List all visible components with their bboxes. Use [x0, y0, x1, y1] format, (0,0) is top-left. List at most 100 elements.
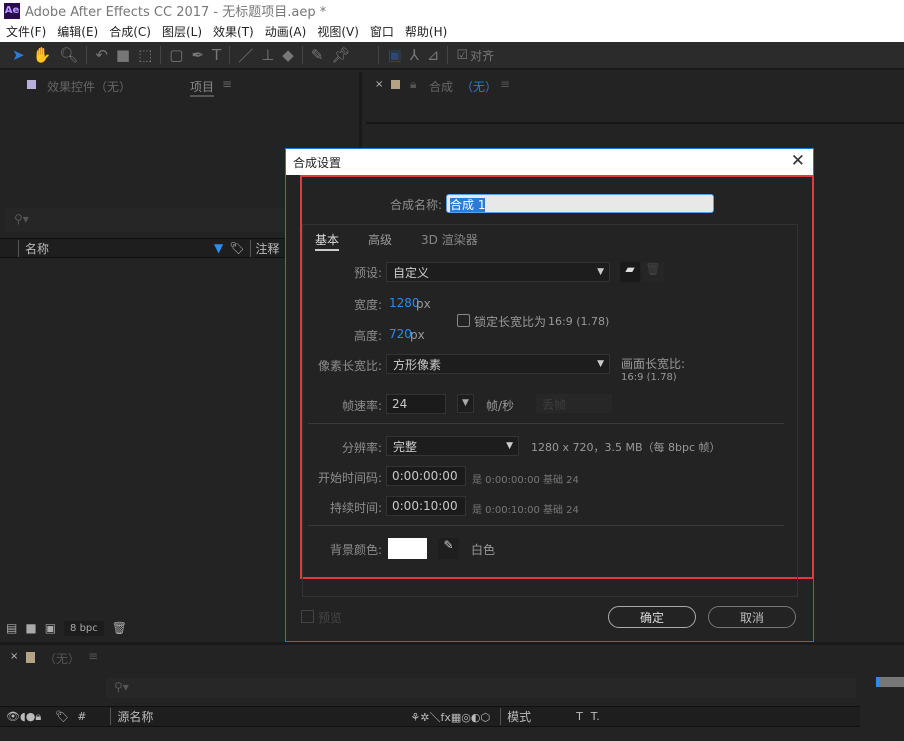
comp-name: （无）: [461, 80, 498, 94]
pan-behind-tool-icon[interactable]: ⬚: [138, 46, 152, 64]
align-checkbox[interactable]: ☑: [456, 48, 468, 63]
close-timeline-icon[interactable]: ×: [10, 651, 18, 662]
tab-3d-renderer[interactable]: 3D 渲染器: [421, 231, 478, 248]
align-label: 对齐: [470, 48, 495, 63]
type-tool-icon[interactable]: T: [212, 46, 221, 64]
time-navigator[interactable]: [876, 677, 904, 687]
frame-rate-dropdown[interactable]: ▼: [457, 394, 474, 413]
col-source-name[interactable]: 源名称: [110, 708, 410, 725]
menu-composition[interactable]: 合成(C): [103, 23, 156, 40]
frame-rate-label: 帧速率:: [341, 399, 382, 413]
height-unit: px: [410, 328, 425, 342]
selection-tool-icon[interactable]: ➤: [12, 46, 25, 64]
tab-effect-controls[interactable]: 效果控件（无）: [47, 78, 131, 95]
frame-aspect-value: 16:9 (1.78): [621, 372, 677, 383]
local-axis-icon[interactable]: ▣: [387, 46, 401, 64]
puppet-pin-tool-icon[interactable]: 📌︎: [331, 46, 350, 64]
clone-stamp-tool-icon[interactable]: ⊥: [261, 46, 274, 64]
sort-arrow-icon[interactable]: ▼: [214, 241, 223, 255]
resolution-dropdown[interactable]: 完整 ▼: [386, 436, 519, 456]
av-switches-icons[interactable]: 👁︎◖●🔒︎: [6, 710, 41, 724]
col-t[interactable]: T: [576, 710, 583, 723]
delete-preset-icon[interactable]: 🗑︎: [642, 262, 664, 282]
timeline-column-header: 👁︎◖●🔒︎ 🏷︎ # 源名称 ⚘✲＼fx▦◎◐⬡ 模式 T T.: [0, 706, 860, 727]
comp-name-input[interactable]: 合成 1: [446, 194, 714, 213]
menu-view[interactable]: 视图(V): [311, 23, 364, 40]
height-label: 高度:: [353, 329, 382, 343]
background-color-name: 白色: [471, 543, 496, 557]
preset-dropdown[interactable]: 自定义 ▼: [386, 262, 610, 282]
interpret-footage-icon[interactable]: ▤: [6, 621, 17, 635]
dialog-title-bar: 合成设置: [286, 149, 813, 175]
camera-tool-icon[interactable]: ■: [116, 46, 130, 64]
duration-label: 持续时间:: [329, 501, 382, 515]
panel-menu-icon[interactable]: ≡: [222, 77, 232, 91]
menu-effect[interactable]: 效果(T): [207, 23, 259, 40]
lock-aspect-label: 锁定长宽比为: [474, 315, 547, 329]
brush-tool-icon[interactable]: ／: [238, 45, 253, 66]
save-preset-icon[interactable]: ▰: [620, 262, 640, 282]
composition-settings-dialog: 合成设置 ✕ 合成名称: 合成 1 基本 高级 3D 渲染器 预设: 自定义 ▼ …: [285, 148, 814, 642]
lock-aspect-ratio: 16:9 (1.78): [548, 315, 610, 328]
ok-button[interactable]: 确定: [608, 606, 696, 628]
layer-switches-icons[interactable]: ⚘✲＼fx▦◎◐⬡: [410, 709, 490, 725]
width-value[interactable]: 1280: [389, 296, 420, 310]
timeline-tab[interactable]: （无）: [44, 650, 80, 667]
zoom-tool-icon[interactable]: 🔍︎: [59, 46, 78, 64]
hand-tool-icon[interactable]: ✋: [33, 46, 52, 64]
cancel-button[interactable]: 取消: [708, 606, 796, 628]
tab-advanced[interactable]: 高级: [368, 231, 392, 248]
preview-label: 预览: [318, 611, 343, 625]
world-axis-icon[interactable]: ⅄: [410, 46, 419, 64]
menu-layer[interactable]: 图层(L): [156, 23, 207, 40]
col-comment[interactable]: 注释: [250, 239, 279, 257]
duration-input[interactable]: 0:00:10:00: [386, 496, 466, 516]
width-label: 宽度:: [353, 298, 382, 312]
lock-icon[interactable]: 🔒︎: [410, 77, 416, 92]
tab-composition[interactable]: 合成: [429, 78, 453, 95]
start-timecode-input[interactable]: 0:00:00:00: [386, 466, 466, 486]
new-folder-icon[interactable]: ■: [25, 621, 36, 635]
close-panel-icon[interactable]: ×: [375, 79, 383, 90]
lock-aspect-checkbox[interactable]: [457, 314, 470, 327]
pen-tool-icon[interactable]: ✒: [191, 46, 204, 64]
col-trkmat[interactable]: T.: [591, 710, 600, 723]
eyedropper-icon[interactable]: ✎: [438, 538, 459, 559]
new-composition-icon[interactable]: ▣: [45, 621, 56, 635]
label-tag-icon[interactable]: 🏷︎: [55, 710, 69, 723]
tab-project[interactable]: 项目: [190, 78, 215, 97]
frame-rate-input[interactable]: 24: [386, 394, 446, 414]
resolution-info: 1280 x 720，3.5 MB（每 8bpc 帧）: [531, 441, 721, 454]
preview-checkbox[interactable]: [301, 610, 314, 623]
trash-icon[interactable]: 🗑︎: [112, 621, 127, 635]
col-mode[interactable]: 模式: [500, 708, 576, 725]
eraser-tool-icon[interactable]: ◆: [282, 46, 294, 64]
panel-menu-icon[interactable]: ≡: [500, 77, 510, 91]
label-tag-icon[interactable]: 🏷︎: [229, 241, 244, 255]
roto-brush-tool-icon[interactable]: ✎: [311, 46, 324, 64]
menu-edit[interactable]: 编辑(E): [51, 23, 103, 40]
panel-menu-icon[interactable]: ≡: [88, 649, 98, 663]
menu-window[interactable]: 窗口: [364, 23, 399, 40]
menu-help[interactable]: 帮助(H): [399, 23, 452, 40]
background-color-swatch[interactable]: [388, 538, 427, 559]
search-icon: ⚲▾: [14, 212, 29, 226]
rotate-tool-icon[interactable]: ↶: [95, 46, 108, 64]
view-axis-icon[interactable]: ⊿: [427, 46, 440, 64]
menu-file[interactable]: 文件(F): [0, 23, 51, 40]
col-name[interactable]: 名称: [18, 239, 214, 257]
drop-frame-dropdown: 丢帧: [536, 394, 612, 413]
close-icon[interactable]: ✕: [791, 151, 805, 171]
timeline-search-input[interactable]: ⚲▾: [106, 678, 856, 698]
background-color-label: 背景颜色:: [329, 543, 382, 557]
title-bar: Ae Adobe After Effects CC 2017 - 无标题项目.a…: [0, 0, 904, 21]
comp-color-icon: [391, 80, 400, 89]
ae-logo: Ae: [4, 2, 20, 19]
tab-basic[interactable]: 基本: [315, 231, 340, 251]
rectangle-tool-icon[interactable]: ▢: [169, 46, 183, 64]
height-value[interactable]: 720: [389, 327, 412, 341]
toolbar: ➤ ✋ 🔍︎ ↶ ■ ⬚ ▢ ✒ T ／ ⊥ ◆ ✎ 📌︎ ▣ ⅄ ⊿ ☑ 对齐: [0, 42, 904, 70]
pixel-aspect-dropdown[interactable]: 方形像素 ▼: [386, 354, 610, 374]
bpc-button[interactable]: 8 bpc: [64, 620, 104, 636]
menu-animation[interactable]: 动画(A): [259, 23, 312, 40]
